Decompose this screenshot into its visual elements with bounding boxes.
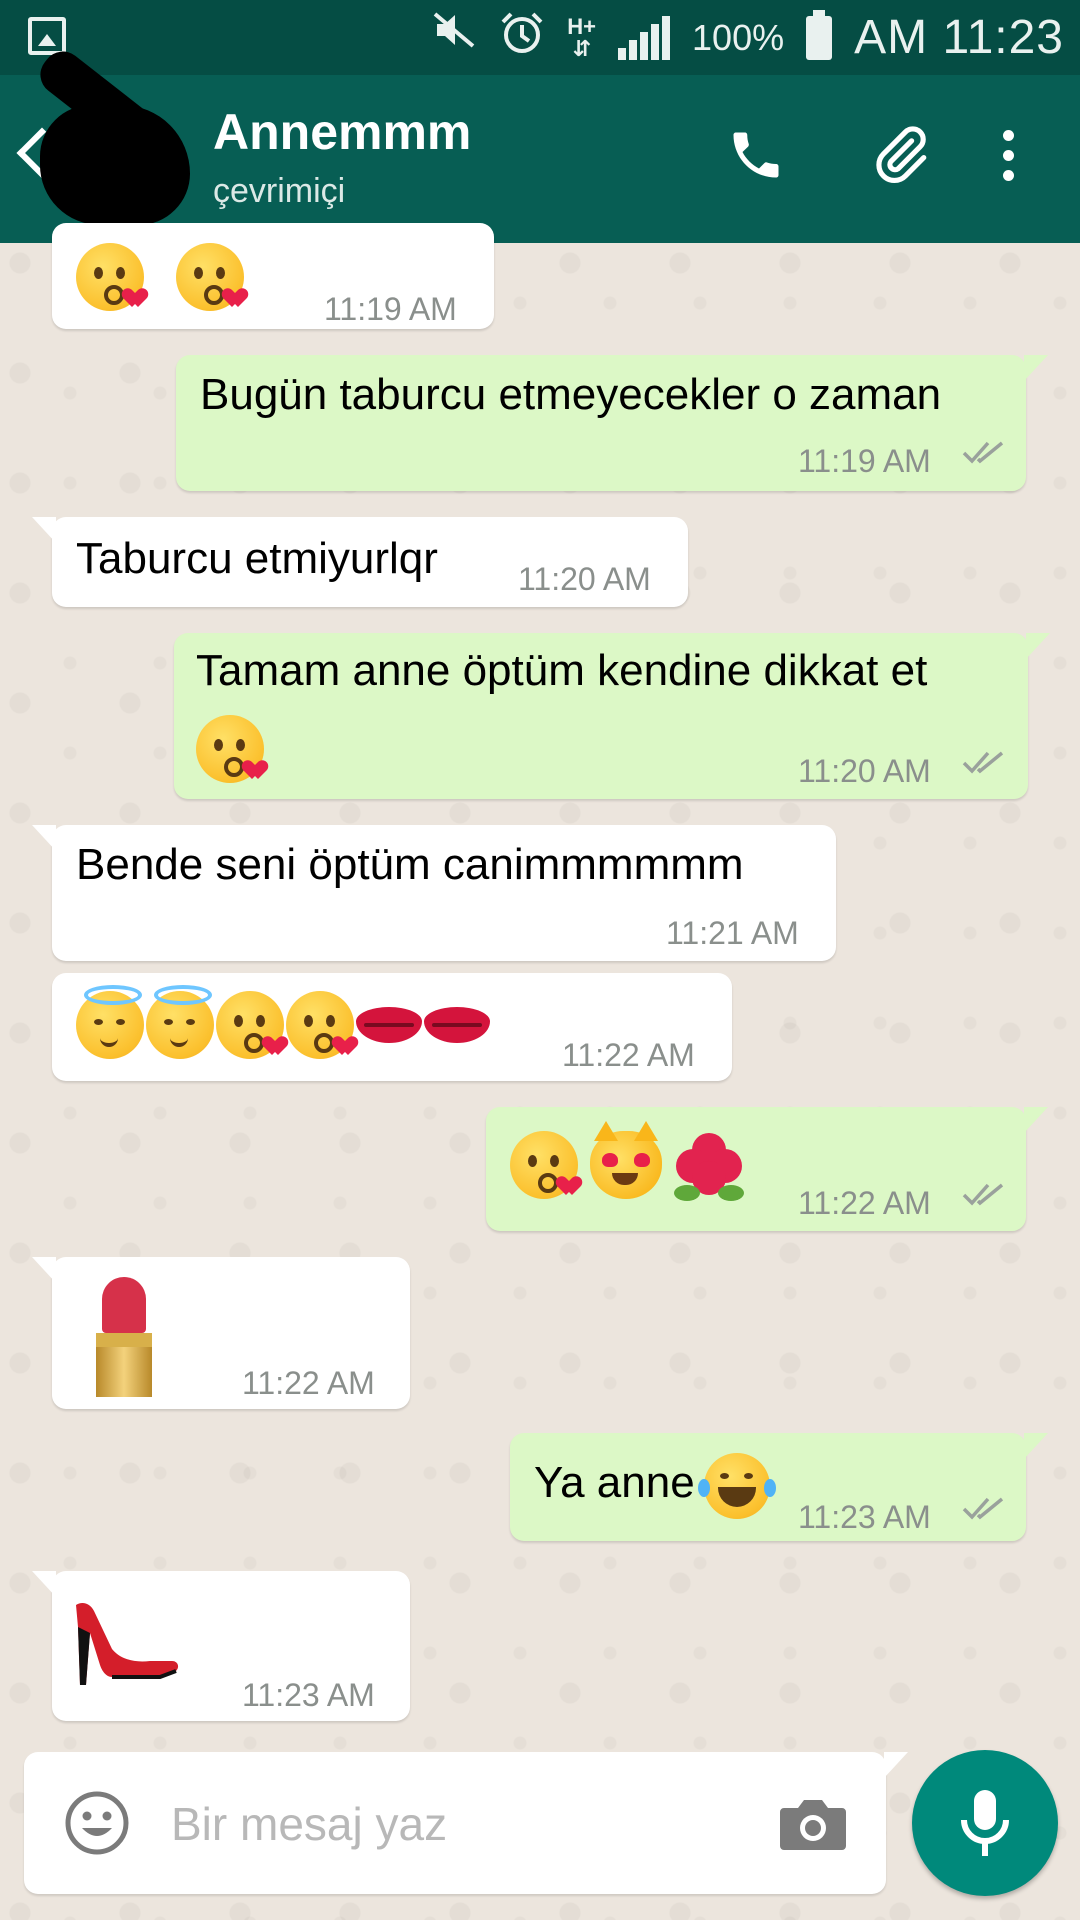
phone-icon	[733, 132, 779, 178]
message-bubble[interactable]: Bende seni öptüm canimmmmmm 11:21 AM	[32, 825, 836, 961]
gallery-notification-icon	[28, 17, 66, 55]
status-bar: H+ ⇵ 100% AM 11:23	[0, 0, 1080, 75]
kissing-heart-emoji	[216, 991, 284, 1059]
read-ticks-icon	[962, 441, 1004, 464]
message-bubble[interactable]: 11:19 AM	[52, 223, 494, 329]
message-text: Bugün taburcu etmeyecekler o zaman	[200, 370, 942, 419]
lipstick-emoji	[96, 1277, 156, 1397]
message-bubble[interactable]: 11:22 AM	[486, 1107, 1048, 1231]
battery-icon	[806, 9, 833, 60]
signal-icon	[618, 15, 671, 60]
emoji-smiley-icon[interactable]	[64, 1790, 130, 1856]
hibiscus-emoji	[674, 1131, 744, 1201]
kissing-heart-emoji	[196, 715, 264, 783]
message-bubble[interactable]: Bugün taburcu etmeyecekler o zaman 11:19…	[176, 355, 1048, 491]
camera-icon[interactable]	[778, 1794, 848, 1854]
kiss-mark-emoji	[424, 1001, 490, 1051]
message-time: 11:23 AM	[242, 1677, 375, 1713]
message-bubble[interactable]: 11:23 AM	[32, 1571, 410, 1721]
clock: AM 11:23	[854, 11, 1064, 64]
contact-name[interactable]: Annemmm	[213, 103, 471, 161]
message-list[interactable]: 11:19 AM Bugün taburcu etmeyecekler o za…	[0, 223, 1080, 1743]
voice-record-button[interactable]	[912, 1750, 1058, 1896]
smiling-halo-emoji	[146, 985, 214, 1059]
message-bubble[interactable]: Ya anne 11:23 AM	[510, 1433, 1048, 1541]
message-text: Bende seni öptüm canimmmmmm	[76, 840, 744, 889]
attach-button[interactable]	[860, 115, 940, 195]
tears-of-joy-emoji	[698, 1453, 776, 1519]
battery-percent: 100%	[692, 16, 785, 58]
message-time: 11:20 AM	[518, 561, 651, 597]
read-ticks-icon	[962, 751, 1004, 774]
kissing-heart-emoji	[286, 991, 354, 1059]
kebab-menu-icon	[1002, 129, 1014, 181]
contact-status: çevrimiçi	[213, 172, 346, 210]
chat-header: Annemmm çevrimiçi	[0, 43, 1080, 243]
avatar[interactable]	[32, 43, 190, 225]
high-heel-emoji	[76, 1603, 179, 1685]
kissing-heart-emoji	[510, 1131, 578, 1199]
message-bubble[interactable]: Tamam anne öptüm kendine dikkat et 11:20…	[174, 633, 1050, 799]
message-bubble[interactable]: 11:22 AM	[52, 973, 732, 1081]
message-input[interactable]	[169, 1786, 773, 1862]
message-bubble[interactable]: 11:22 AM	[32, 1257, 410, 1409]
microphone-icon	[961, 1790, 1009, 1856]
alarm-icon	[499, 10, 545, 66]
message-bubble[interactable]: Taburcu etmiyurlqr 11:20 AM	[32, 517, 688, 607]
kissing-heart-emoji	[76, 243, 144, 311]
message-text: Ya anne	[534, 1458, 695, 1507]
message-time: 11:22 AM	[562, 1037, 695, 1073]
message-time: 11:22 AM	[798, 1185, 931, 1221]
call-button[interactable]	[716, 115, 796, 195]
message-composer	[24, 1752, 908, 1894]
kiss-mark-emoji	[356, 1001, 422, 1051]
message-text: Taburcu etmiyurlqr	[76, 534, 438, 583]
message-time: 11:19 AM	[324, 291, 457, 327]
message-time: 11:21 AM	[666, 915, 799, 951]
message-time: 11:19 AM	[798, 443, 931, 479]
read-ticks-icon	[962, 1183, 1004, 1206]
message-time: 11:22 AM	[242, 1365, 375, 1401]
smiling-halo-emoji	[76, 985, 144, 1059]
message-time: 11:23 AM	[798, 1499, 931, 1535]
message-text: Tamam anne öptüm kendine dikkat et	[196, 646, 928, 695]
kissing-heart-emoji	[176, 243, 244, 311]
more-options-button[interactable]	[968, 115, 1048, 195]
paperclip-icon	[876, 126, 927, 184]
network-type-icon: H+ ⇵	[567, 13, 597, 61]
read-ticks-icon	[962, 1497, 1004, 1520]
message-time: 11:20 AM	[798, 753, 931, 789]
mute-icon	[431, 0, 477, 75]
heart-eyes-cat-emoji	[590, 1121, 662, 1199]
